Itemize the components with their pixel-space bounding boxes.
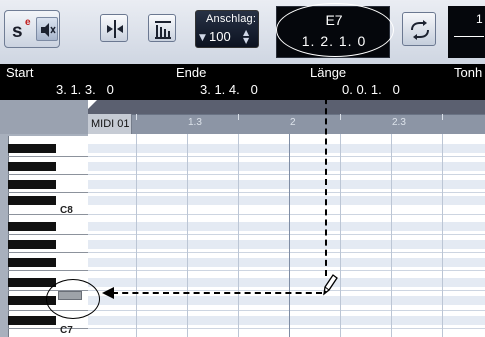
grid-line [88,174,485,175]
beat-line [136,134,137,337]
pitch-label: Tonh [454,65,483,80]
edit-solo-label: e [25,17,31,28]
ruler-tick [340,114,341,120]
grid-line [88,234,485,235]
grid-line [88,192,485,193]
info-line: Start 3. 1. 3. 0 Ende 3. 1. 4. 0 Länge 0… [0,64,485,100]
right-display-line [454,36,484,37]
toolbar: s e Anschlag: ▼ 100 ▲ ▼ E7 1. 2. 1. 0 1 [0,0,485,65]
grid-line [88,214,485,215]
grid-line [88,156,485,157]
white-key[interactable] [8,192,88,193]
ruler-label-2-3: 2.3 [392,117,406,128]
callout-line-vertical [325,88,327,276]
velocity-dropdown-icon[interactable]: ▼ [199,33,206,43]
white-key[interactable] [8,156,88,157]
callout-line-horizontal [112,292,322,294]
ruler-tick [136,114,137,120]
track-name: MIDI 01 [88,114,132,134]
velocity-spinner-icon[interactable]: ▲ ▼ [243,29,249,45]
white-key[interactable] [8,252,88,253]
start-value[interactable]: 3. 1. 3. 0 [56,82,114,97]
grid-row-black [88,162,485,171]
white-key[interactable] [8,214,88,215]
key-label-c7: C7 [60,325,73,336]
black-key[interactable] [8,180,56,189]
note-grid[interactable] [88,134,485,337]
solo-label: s [12,21,23,42]
beat-line [187,134,188,337]
grid-row-black [88,196,485,205]
speaker-icon[interactable] [36,17,58,41]
grid-row-black [88,278,485,287]
white-key[interactable] [8,174,88,175]
ruler-label-1-3: 1.3 [188,117,202,128]
bar-line [289,134,290,337]
grid-row-black [88,296,485,305]
beat-line [238,134,239,337]
arrow-left-icon [102,287,114,299]
length-label: Länge [310,65,347,80]
start-label: Start [6,65,34,80]
solo-button[interactable]: s e [4,10,60,48]
callout-ellipse-toolbar [276,3,394,57]
beat-line [442,134,443,337]
right-display: 1 [448,6,485,58]
insert-velocity-icon[interactable] [100,14,128,42]
black-key[interactable] [8,144,56,153]
grid-row-black [88,240,485,249]
grid-row-black [88,144,485,153]
white-key[interactable] [8,270,88,271]
black-key[interactable] [8,278,56,287]
ruler-spacer [0,100,88,134]
key-label-c8: C8 [60,205,73,216]
black-key[interactable] [8,240,56,249]
beat-line [340,134,341,337]
end-value[interactable]: 3. 1. 4. 0 [200,82,258,97]
ruler-label-2: 2 [290,117,296,128]
ruler-tick [238,114,239,120]
right-display-top: 1 [476,12,483,26]
midi-editor-window: s e Anschlag: ▼ 100 ▲ ▼ E7 1. 2. 1. 0 1 … [0,0,485,337]
velocity-label: Anschlag: [206,13,257,25]
velocity-value: 100 [209,29,231,44]
black-key[interactable] [8,196,56,205]
ruler-strip [88,114,485,135]
grid-row-black [88,180,485,189]
length-value[interactable]: 0. 0. 1. 0 [342,82,400,97]
grid-line [88,252,485,253]
black-key[interactable] [8,222,56,231]
white-key[interactable] [8,328,88,329]
grid-line [88,270,485,271]
ruler[interactable]: MIDI 01 1.3 2 2.3 [0,100,485,135]
velocity-field[interactable]: Anschlag: ▼ 100 ▲ ▼ [195,10,259,48]
grid-line [88,310,485,311]
grid-line [88,290,485,291]
white-key[interactable] [8,234,88,235]
end-label: Ende [176,65,207,80]
grid-row-black [88,222,485,231]
black-key[interactable] [8,162,56,171]
black-key[interactable] [8,316,56,325]
loop-icon[interactable] [402,12,436,46]
pencil-icon [320,272,340,303]
event-start-marker [88,100,97,109]
ruler-bar [88,100,485,114]
quantize-icon[interactable] [148,14,176,42]
grid-row-black [88,258,485,267]
black-key[interactable] [8,258,56,267]
callout-ellipse-key [46,279,100,319]
grid-row-black [88,316,485,325]
grid-line [88,328,485,329]
beat-line [391,134,392,337]
ruler-tick [442,114,443,120]
